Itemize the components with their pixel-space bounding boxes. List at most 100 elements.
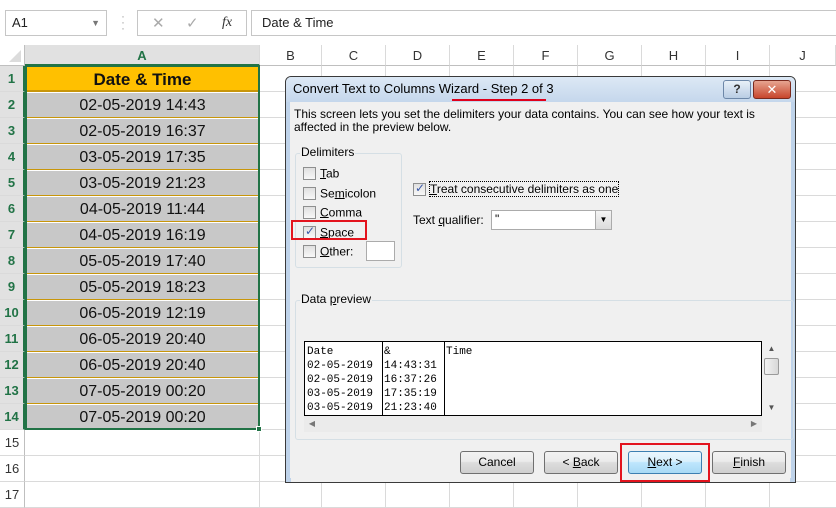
checkbox[interactable] [303, 186, 316, 200]
scroll-thumb[interactable] [764, 358, 779, 375]
enter-icon[interactable]: ✓ [186, 14, 199, 32]
formula-input[interactable]: Date & Time [251, 10, 836, 36]
drag-handle-icon[interactable]: · · · [120, 10, 126, 34]
scroll-right-icon[interactable]: ▶ [746, 416, 762, 432]
column-header-i[interactable]: I [706, 45, 770, 66]
tab-checkbox[interactable]: Tab [303, 166, 339, 182]
treat-consecutive-label: Treat consecutive delimiters as one [428, 181, 620, 198]
column-header-j[interactable]: J [770, 45, 836, 66]
text-qualifier-select[interactable]: " ▼ [491, 210, 612, 230]
data-cell[interactable]: 06-05-2019 12:19 [27, 301, 258, 326]
column-header-f[interactable]: F [514, 45, 578, 66]
row-header-8[interactable]: 8 [0, 248, 25, 274]
row-header-5[interactable]: 5 [0, 170, 25, 196]
formula-bar: A1 ▼ · · · ✕ ✓ fx Date & Time [0, 0, 836, 44]
data-cell[interactable]: 07-05-2019 00:20 [27, 405, 258, 430]
formula-buttons: ✕ ✓ fx [137, 10, 247, 36]
data-preview-table[interactable]: Date 02-05-2019 02-05-2019 03-05-2019 03-05-… [304, 341, 762, 416]
preview-cell [445, 401, 472, 415]
checkbox[interactable] [303, 167, 316, 181]
close-button[interactable]: ✕ [753, 80, 791, 99]
preview-column[interactable]: & 14:43:31 16:37:26 17:35:19 21:23:40 [383, 345, 437, 415]
preview-cell [445, 359, 472, 373]
data-cell[interactable]: 06-05-2019 20:40 [27, 327, 258, 352]
preview-horizontal-scrollbar[interactable]: ◀ ▶ [304, 416, 762, 432]
chevron-down-icon[interactable]: ▼ [595, 211, 611, 229]
other-delimiter-input[interactable] [366, 241, 395, 261]
column-header-c[interactable]: C [322, 45, 386, 66]
data-cell[interactable]: 05-05-2019 17:40 [27, 249, 258, 274]
name-box[interactable]: A1 ▼ [5, 10, 107, 36]
fill-handle[interactable] [256, 426, 262, 432]
row-header-17[interactable]: 17 [0, 482, 25, 508]
data-cell[interactable]: 02-05-2019 14:43 [27, 93, 258, 118]
insert-function-icon[interactable]: fx [222, 15, 232, 31]
checkbox[interactable] [303, 206, 316, 220]
row-header-1[interactable]: 1 [0, 66, 25, 92]
preview-column[interactable]: Time [445, 345, 473, 415]
dialog-title: Convert Text to Columns Wizard - Step 2 … [293, 81, 554, 96]
row-header-13[interactable]: 13 [0, 378, 25, 404]
help-button[interactable]: ? [723, 80, 751, 99]
scroll-down-icon[interactable]: ▼ [763, 400, 780, 416]
dialog-titlebar[interactable]: Convert Text to Columns Wizard - Step 2 … [286, 77, 795, 102]
header-cell[interactable]: Date & Time [27, 67, 258, 92]
column-header-h[interactable]: H [642, 45, 706, 66]
preview-cell: Time [446, 346, 473, 358]
column-break-line[interactable] [382, 342, 383, 415]
checkbox[interactable] [303, 245, 316, 259]
row-header-3[interactable]: 3 [0, 118, 25, 144]
back-button[interactable]: < Back [544, 451, 618, 474]
finish-button[interactable]: Finish [712, 451, 786, 474]
data-cell[interactable]: 04-05-2019 16:19 [27, 223, 258, 248]
checkbox[interactable] [413, 181, 426, 197]
row-header-14[interactable]: 14 [0, 404, 25, 430]
treat-consecutive-checkbox[interactable]: Treat consecutive delimiters as one [413, 181, 620, 198]
column-header-d[interactable]: D [386, 45, 450, 66]
column-header-b[interactable]: B [260, 45, 322, 66]
comma-checkbox[interactable]: Comma [303, 205, 362, 221]
other-label: Other: [320, 244, 354, 259]
data-cell[interactable]: 03-05-2019 21:23 [27, 171, 258, 196]
column-header-a[interactable]: A [25, 45, 260, 66]
data-cell[interactable]: 06-05-2019 20:40 [27, 353, 258, 378]
row-header-12[interactable]: 12 [0, 352, 25, 378]
data-cell[interactable]: 04-05-2019 11:44 [27, 197, 258, 222]
semicolon-label: Semicolon [320, 185, 377, 200]
select-all-button[interactable] [0, 45, 25, 66]
data-cell[interactable]: 03-05-2019 17:35 [27, 145, 258, 170]
chevron-down-icon[interactable]: ▼ [91, 11, 100, 35]
column-break-line[interactable] [444, 342, 445, 415]
preview-column[interactable]: Date 02-05-2019 02-05-2019 03-05-2019 03-05-… [306, 345, 373, 415]
cancel-button[interactable]: Cancel [460, 451, 534, 474]
row-header-6[interactable]: 6 [0, 196, 25, 222]
preview-cell: 16:37:26 [384, 374, 437, 386]
data-cell[interactable]: 05-05-2019 18:23 [27, 275, 258, 300]
preview-cell [445, 373, 472, 387]
scroll-left-icon[interactable]: ◀ [304, 416, 320, 432]
row-header-15[interactable]: 15 [0, 430, 25, 456]
other-checkbox[interactable]: Other: [303, 244, 353, 260]
row-header-4[interactable]: 4 [0, 144, 25, 170]
column-header-g[interactable]: G [578, 45, 642, 66]
column-header-e[interactable]: E [450, 45, 514, 66]
space-highlight-box [291, 220, 367, 240]
comma-label: Comma [320, 205, 363, 220]
scroll-up-icon[interactable]: ▲ [763, 341, 780, 357]
preview-vertical-scrollbar[interactable]: ▲ ▼ [763, 341, 780, 416]
step-highlight-underline [452, 99, 546, 101]
row-header-2[interactable]: 2 [0, 92, 25, 118]
text-to-columns-dialog: Convert Text to Columns Wizard - Step 2 … [285, 76, 796, 483]
preview-cell [445, 387, 472, 401]
row-header-16[interactable]: 16 [0, 456, 25, 482]
cancel-icon[interactable]: ✕ [152, 14, 165, 32]
row-header-9[interactable]: 9 [0, 274, 25, 300]
dialog-body: This screen lets you set the delimiters … [291, 102, 794, 482]
row-header-7[interactable]: 7 [0, 222, 25, 248]
row-header-11[interactable]: 11 [0, 326, 25, 352]
data-preview-label: Data preview [300, 292, 373, 306]
data-cell[interactable]: 02-05-2019 16:37 [27, 119, 258, 144]
semicolon-checkbox[interactable]: Semicolon [303, 186, 376, 202]
data-cell[interactable]: 07-05-2019 00:20 [27, 379, 258, 404]
row-header-10[interactable]: 10 [0, 300, 25, 326]
